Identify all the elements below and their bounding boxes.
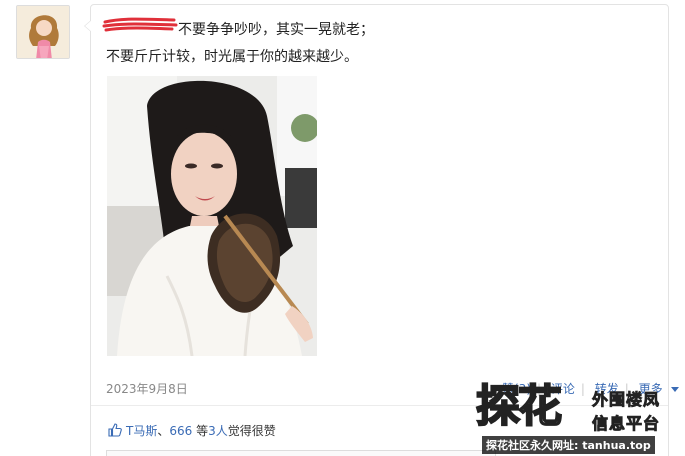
author-avatar[interactable]	[16, 5, 70, 59]
post-photo[interactable]	[107, 76, 317, 356]
selfie-image	[107, 76, 317, 356]
thumbs-up-icon	[108, 423, 122, 437]
watermark-tagline-2: 信息平台	[592, 414, 661, 434]
post-date: 2023年9月8日	[106, 382, 188, 396]
likes-suffix: 觉得很赞	[227, 424, 276, 438]
watermark-url: 探花社区永久网址: tanhua.top	[482, 436, 655, 454]
watermark-logo: 探花	[475, 381, 563, 432]
watermark-tagline-1: 外围楼凤	[592, 390, 661, 410]
post-text-line-2: 不要斤斤计较，时光属于你的越来越少。	[106, 49, 358, 65]
card-pointer	[84, 20, 92, 32]
comment-input[interactable]	[106, 450, 496, 456]
likes-count-link[interactable]: 3人	[208, 424, 228, 438]
avatar-illustration	[17, 6, 69, 58]
likes-mid-text: 等	[192, 424, 209, 438]
liker-separator: 、	[157, 424, 170, 438]
liker-link[interactable]: 666	[169, 424, 192, 438]
post-text-line-1: 不要争争吵吵，其实一晃就老；	[178, 22, 374, 38]
liker-link[interactable]: T马斯	[126, 424, 157, 438]
watermark: 探花 外围楼凤 信息平台 探花社区永久网址: tanhua.top	[475, 381, 681, 454]
likes-summary: T马斯、666 等3人觉得很赞	[108, 422, 276, 439]
redacted-author-name	[102, 17, 178, 32]
